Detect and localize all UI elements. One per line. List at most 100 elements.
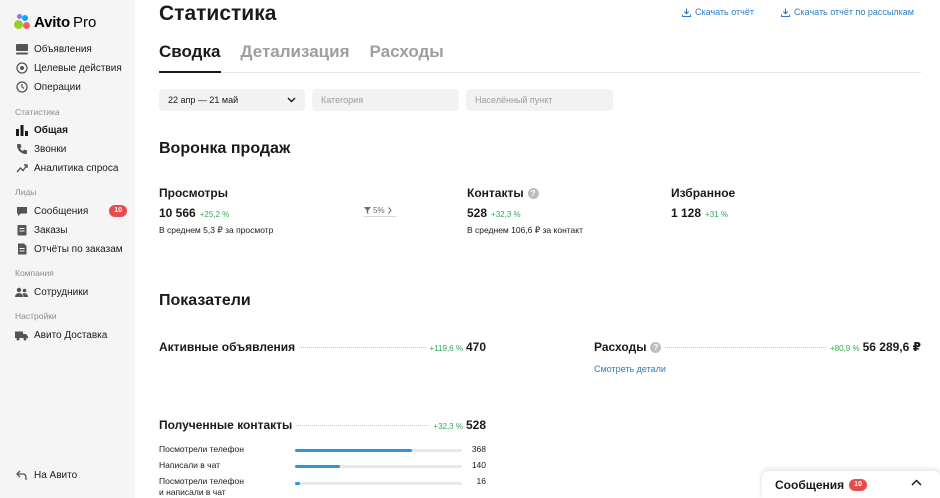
- active-ads-delta: +119,6 %: [429, 344, 463, 353]
- dotted-leader: [296, 425, 430, 426]
- sidebar-item-label: Общая: [34, 124, 68, 136]
- sidebar-item-messages[interactable]: Сообщения 10: [15, 203, 127, 219]
- funnel-views: Просмотры 10 566 +25,2 % В среднем 5,3 ₽…: [159, 186, 273, 236]
- location-placeholder: Населённый пункт: [475, 95, 553, 105]
- contacts-delta: +32,3 %: [491, 210, 521, 219]
- funnel-contacts: Контакты ? 528 +32,3 % В среднем 106,6 ₽…: [467, 186, 583, 236]
- sidebar-item-label: Сотрудники: [34, 286, 89, 298]
- sidebar-item-order-reports[interactable]: Отчёты по заказам: [15, 241, 127, 257]
- logo-suffix: Pro: [72, 13, 97, 31]
- target-icon: [15, 62, 28, 75]
- help-icon[interactable]: ?: [527, 187, 539, 199]
- sidebar-item-label: Отчёты по заказам: [34, 243, 123, 255]
- dotted-leader: [665, 347, 827, 348]
- sidebar-item-target-actions[interactable]: Целевые действия: [15, 60, 127, 76]
- sidebar-item-demand-analytics[interactable]: Аналитика спроса: [15, 160, 127, 176]
- breakdown-label: Посмотрели телефон: [159, 444, 244, 454]
- expenses-delta: +80,9 %: [830, 344, 860, 353]
- chat-widget-badge: 10: [849, 478, 867, 491]
- report-icon: [15, 243, 28, 256]
- favorites-value-row: 1 128 +31 %: [671, 206, 735, 220]
- chevron-up-icon[interactable]: [911, 479, 922, 486]
- messages-badge: 10: [109, 205, 127, 217]
- sidebar-item-avito-delivery[interactable]: Авито Доставка: [15, 327, 127, 343]
- conversion-value: 5%: [373, 206, 385, 215]
- sidebar-item-operations[interactable]: Операции: [15, 79, 127, 95]
- views-delta: +25,2 %: [199, 210, 230, 219]
- sidebar-item-label: Сообщения: [34, 205, 89, 217]
- view-details-link[interactable]: Смотреть детали: [594, 364, 666, 374]
- location-select[interactable]: Населённый пункт: [466, 89, 613, 111]
- breakdown-bar-fill: [295, 482, 300, 485]
- category-select[interactable]: Категория: [312, 89, 459, 111]
- contacts-breakdown-row: Посмотрели телефон 368: [159, 444, 486, 456]
- breakdown-value: 368: [471, 444, 486, 454]
- favorites-delta: +31 %: [705, 210, 728, 219]
- sidebar-item-label: Звонки: [34, 143, 67, 155]
- sidebar-item-employees[interactable]: Сотрудники: [15, 284, 127, 300]
- contacts-breakdown-row: Написали в чат 140: [159, 460, 486, 472]
- download-report-link[interactable]: Скачать отчёт: [682, 7, 754, 17]
- download-mailing-label: Скачать отчёт по рассылкам: [794, 7, 914, 17]
- help-icon[interactable]: ?: [650, 341, 662, 353]
- expenses-metric: Расходы ? +80,9 % 56 289,6 ₽: [594, 340, 921, 354]
- tab-details[interactable]: Детализация: [240, 42, 349, 70]
- metrics-heading: Показатели: [159, 292, 251, 309]
- sidebar-item-calls[interactable]: Звонки: [15, 141, 127, 157]
- orders-icon: [15, 224, 28, 237]
- download-mailing-report-link[interactable]: Скачать отчёт по рассылкам: [781, 7, 914, 17]
- sidebar-item-label: Заказы: [34, 224, 68, 236]
- chevron-right-icon: [387, 207, 392, 214]
- expenses-value: 56 289,6 ₽: [862, 340, 921, 354]
- breakdown-bar-track: [295, 449, 462, 452]
- category-placeholder: Категория: [321, 95, 364, 105]
- contacts-label: Контакты: [467, 186, 524, 200]
- active-ads-label: Активные объявления: [159, 340, 296, 354]
- avito-pro-logo[interactable]: Avito Pro: [14, 12, 96, 32]
- conversion-indicator[interactable]: 5%: [364, 206, 396, 217]
- chat-icon: [15, 205, 28, 218]
- tab-divider: [159, 72, 921, 73]
- received-contacts-metric: Полученные контакты +32,3 % 528: [159, 418, 486, 432]
- favorites-value: 1 128: [671, 206, 702, 220]
- sidebar-item-orders[interactable]: Заказы: [15, 222, 127, 238]
- section-label-settings: Настройки: [15, 311, 57, 321]
- breakdown-bar-track: [295, 465, 462, 468]
- section-label-stats: Статистика: [15, 107, 60, 117]
- page-title: Статистика: [159, 2, 277, 25]
- sidebar-item-general[interactable]: Общая: [15, 122, 127, 138]
- sidebar-item-label: На Авито: [34, 469, 78, 481]
- breakdown-bar-track: [295, 482, 462, 485]
- date-range-select[interactable]: 22 апр — 21 май: [159, 89, 305, 111]
- sidebar-item-ads[interactable]: Объявления: [15, 41, 127, 57]
- list-icon: [15, 43, 28, 56]
- received-contacts-delta: +32,3 %: [433, 422, 463, 431]
- sidebar-item-label: Операции: [34, 81, 81, 93]
- arrow-back-icon: [15, 469, 28, 482]
- funnel-icon: [364, 207, 371, 214]
- breakdown-bar-fill: [295, 465, 341, 468]
- sidebar-item-label: Аналитика спроса: [34, 162, 119, 174]
- download-icon: [781, 8, 790, 17]
- sidebar-item-back-to-avito[interactable]: На Авито: [15, 467, 127, 483]
- breakdown-value: 140: [471, 460, 486, 470]
- history-icon: [15, 81, 28, 94]
- tab-expenses[interactable]: Расходы: [370, 42, 444, 70]
- funnel-favorites: Избранное 1 128 +31 %: [671, 186, 735, 220]
- sidebar: Avito Pro Объявления Целевые действия Оп…: [0, 0, 135, 498]
- messages-chat-widget[interactable]: Сообщения 10: [762, 471, 940, 498]
- funnel-heading: Воронка продаж: [159, 140, 291, 157]
- tab-summary[interactable]: Сводка: [159, 42, 220, 70]
- breakdown-label: Написали в чат: [159, 460, 221, 470]
- sidebar-item-label: Целевые действия: [34, 62, 122, 74]
- contacts-average: В среднем 106,6 ₽ за контакт: [467, 225, 583, 235]
- active-ads-value: 470: [465, 340, 486, 354]
- avito-logo-icon: [14, 14, 32, 30]
- section-label-leads: Лиды: [15, 187, 37, 197]
- contacts-label-row: Контакты ?: [467, 186, 583, 200]
- breakdown-bar-fill: [295, 449, 412, 452]
- dotted-leader: [299, 347, 426, 348]
- active-ads-metric: Активные объявления +119,6 % 470: [159, 340, 486, 354]
- breakdown-value: 16: [476, 476, 486, 486]
- chat-widget-title: Сообщения: [775, 477, 845, 492]
